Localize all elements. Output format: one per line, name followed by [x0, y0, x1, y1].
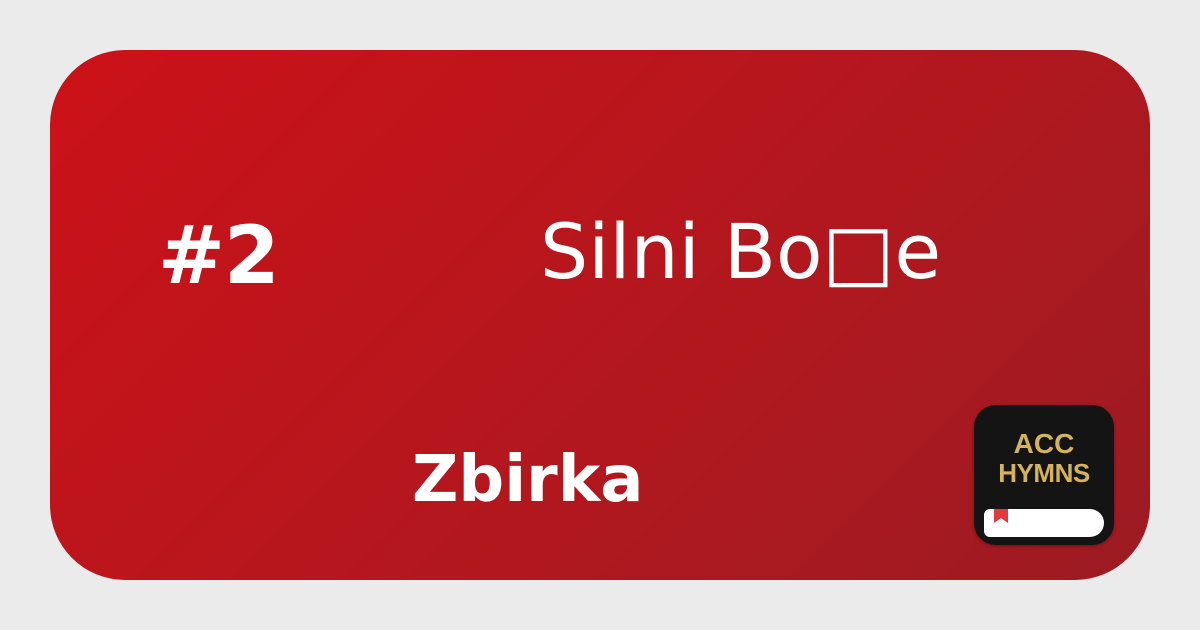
collection-name: Zbirka: [412, 443, 644, 517]
share-image-frame: #2 Silni Bo□e Zbirka ACC HYMNS: [0, 0, 1200, 630]
logo-text-hymns: HYMNS: [998, 458, 1090, 488]
book-cover-icon: [974, 503, 1114, 509]
logo-text-acc: ACC: [1013, 428, 1075, 459]
acc-hymns-app-logo: ACC HYMNS: [974, 405, 1114, 545]
hymn-number: #2: [158, 209, 280, 302]
hymn-title: Silni Bo□e: [540, 207, 942, 296]
hymn-card: #2 Silni Bo□e Zbirka ACC HYMNS: [50, 50, 1150, 580]
